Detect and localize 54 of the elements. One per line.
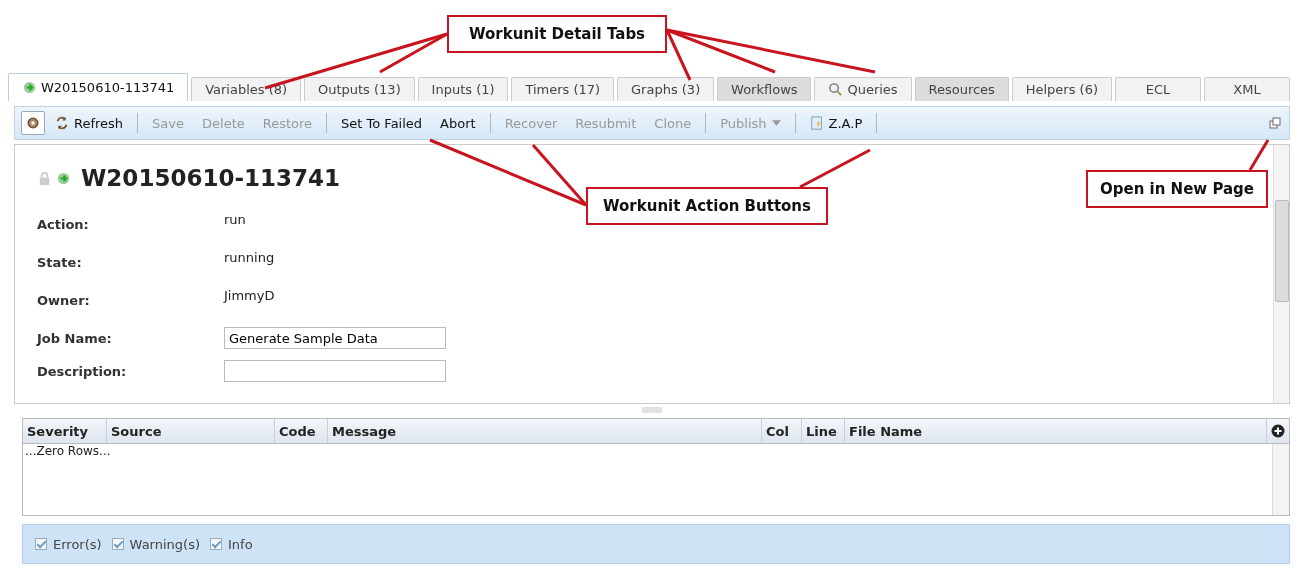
column-header[interactable]: Col <box>762 419 802 443</box>
column-header[interactable]: File Name <box>845 419 1267 443</box>
tab[interactable]: W20150610-113741 <box>8 73 189 101</box>
field-value: run <box>224 211 246 227</box>
checkbox-label: Warning(s) <box>129 536 200 552</box>
tab[interactable]: Outputs (13) <box>304 77 415 101</box>
checkbox[interactable] <box>210 538 222 550</box>
tab[interactable]: Inputs (1) <box>417 77 509 101</box>
callout-label: Open in New Page <box>1086 170 1268 208</box>
caret-icon <box>771 120 781 126</box>
checkbox[interactable] <box>35 538 47 550</box>
column-header[interactable]: Severity <box>23 419 107 443</box>
tab[interactable]: Queries <box>814 77 912 101</box>
new-page-icon[interactable] <box>1269 117 1281 129</box>
plus-icon[interactable] <box>1271 424 1285 438</box>
tab[interactable]: ECL <box>1114 77 1201 101</box>
column-header[interactable]: Code <box>275 419 328 443</box>
toolbar-button[interactable]: Abort <box>432 112 484 134</box>
field-value: running <box>224 249 275 265</box>
column-header[interactable]: Message <box>328 419 762 443</box>
refresh-icon <box>55 116 69 130</box>
toolbar-button[interactable]: Set To Failed <box>333 112 431 134</box>
leader-line <box>1248 139 1270 171</box>
input-field[interactable]: Generate Sample Data <box>224 327 446 349</box>
field-label: Job Name: <box>37 330 113 346</box>
scrollbar[interactable] <box>1272 444 1289 515</box>
empty-message: ...Zero Rows... <box>24 444 112 458</box>
callout-label: Workunit Detail Tabs <box>447 15 667 53</box>
document-icon <box>809 116 824 130</box>
column-header[interactable]: Source <box>107 419 275 443</box>
lock-icon <box>37 170 52 186</box>
checkbox-label: Error(s) <box>53 536 102 552</box>
tab[interactable]: Helpers (6) <box>1011 77 1112 101</box>
toolbar-button[interactable]: Refresh <box>47 112 132 134</box>
callout-label: Workunit Action Buttons <box>586 187 828 225</box>
tab[interactable]: Graphs (3) <box>617 77 715 101</box>
scrollbar[interactable] <box>1273 145 1289 403</box>
field-value: JimmyD <box>224 287 275 303</box>
field-label: Action: <box>37 216 90 232</box>
toolbar-button[interactable]: Z.A.P <box>801 112 871 134</box>
splitter-handle[interactable] <box>642 407 662 413</box>
field-label: Owner: <box>37 292 91 308</box>
column-header[interactable]: Line <box>802 419 845 443</box>
checkbox-label: Info <box>228 536 253 552</box>
tab[interactable]: Workflows <box>717 77 812 101</box>
field-label: State: <box>37 254 83 270</box>
checkbox[interactable] <box>111 538 124 550</box>
input-field[interactable] <box>224 360 446 382</box>
tab[interactable]: XML <box>1203 77 1290 101</box>
workunit-icon-button[interactable] <box>21 111 45 135</box>
tab[interactable]: Timers (17) <box>511 77 615 101</box>
workunit-title: W20150610-113741 <box>81 165 340 191</box>
tab[interactable]: Resources <box>914 77 1009 101</box>
field-label: Description: <box>37 363 128 379</box>
